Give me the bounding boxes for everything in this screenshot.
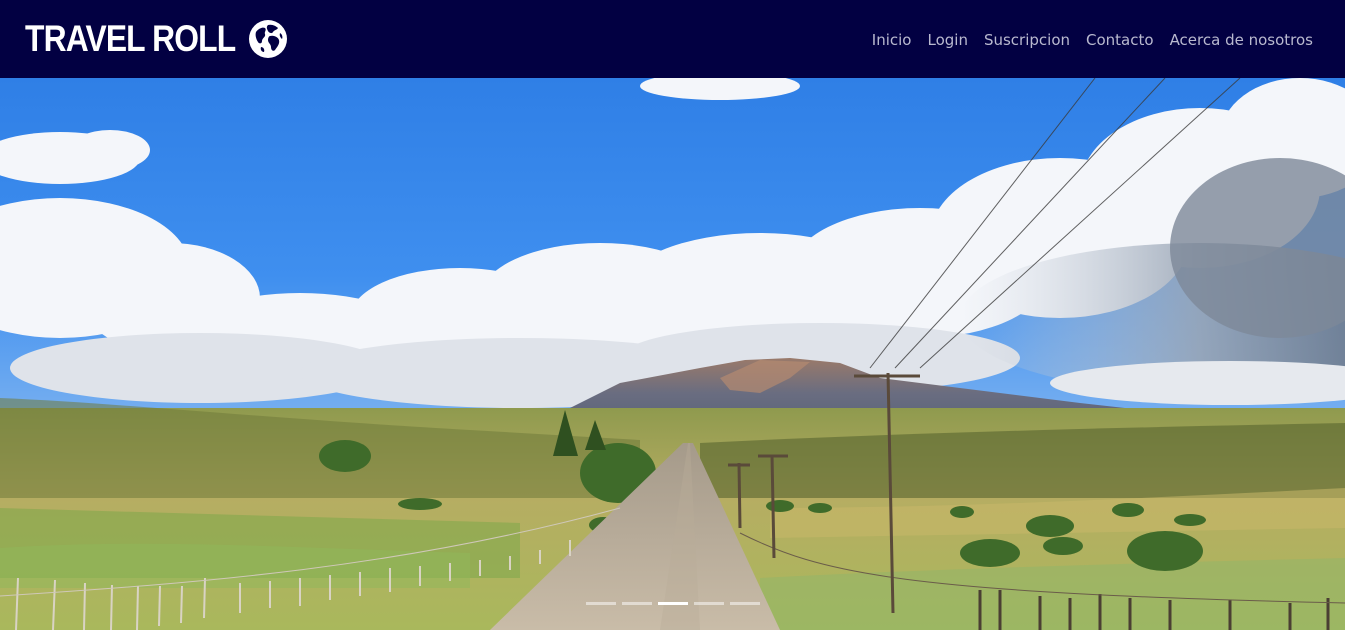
carousel-indicator-2[interactable] — [621, 602, 652, 605]
nav-link-suscripcion[interactable]: Suscripcion — [984, 31, 1070, 49]
carousel-indicator-5[interactable] — [729, 602, 760, 605]
carousel-slide-image — [0, 78, 1345, 630]
brand-logo-link[interactable]: TRAVEL ROLL — [25, 18, 288, 60]
brand-name: TRAVEL ROLL — [25, 18, 236, 59]
carousel-indicator-1[interactable] — [585, 602, 616, 605]
nav-link-contacto[interactable]: Contacto — [1086, 31, 1154, 49]
navbar: TRAVEL ROLL Inicio Login Suscripcion Con… — [0, 0, 1345, 78]
nav-link-login[interactable]: Login — [928, 31, 968, 49]
nav-link-acerca[interactable]: Acerca de nosotros — [1170, 31, 1313, 49]
carousel-indicator-3-active[interactable] — [657, 602, 688, 605]
nav-list: Inicio Login Suscripcion Contacto Acerca… — [872, 30, 1313, 49]
carousel-indicators — [0, 602, 1345, 605]
globe-icon — [248, 20, 287, 58]
nav-link-inicio[interactable]: Inicio — [872, 31, 912, 49]
hero-carousel — [0, 78, 1345, 630]
carousel-indicator-4[interactable] — [693, 602, 724, 605]
main-nav: Inicio Login Suscripcion Contacto Acerca… — [872, 30, 1313, 49]
